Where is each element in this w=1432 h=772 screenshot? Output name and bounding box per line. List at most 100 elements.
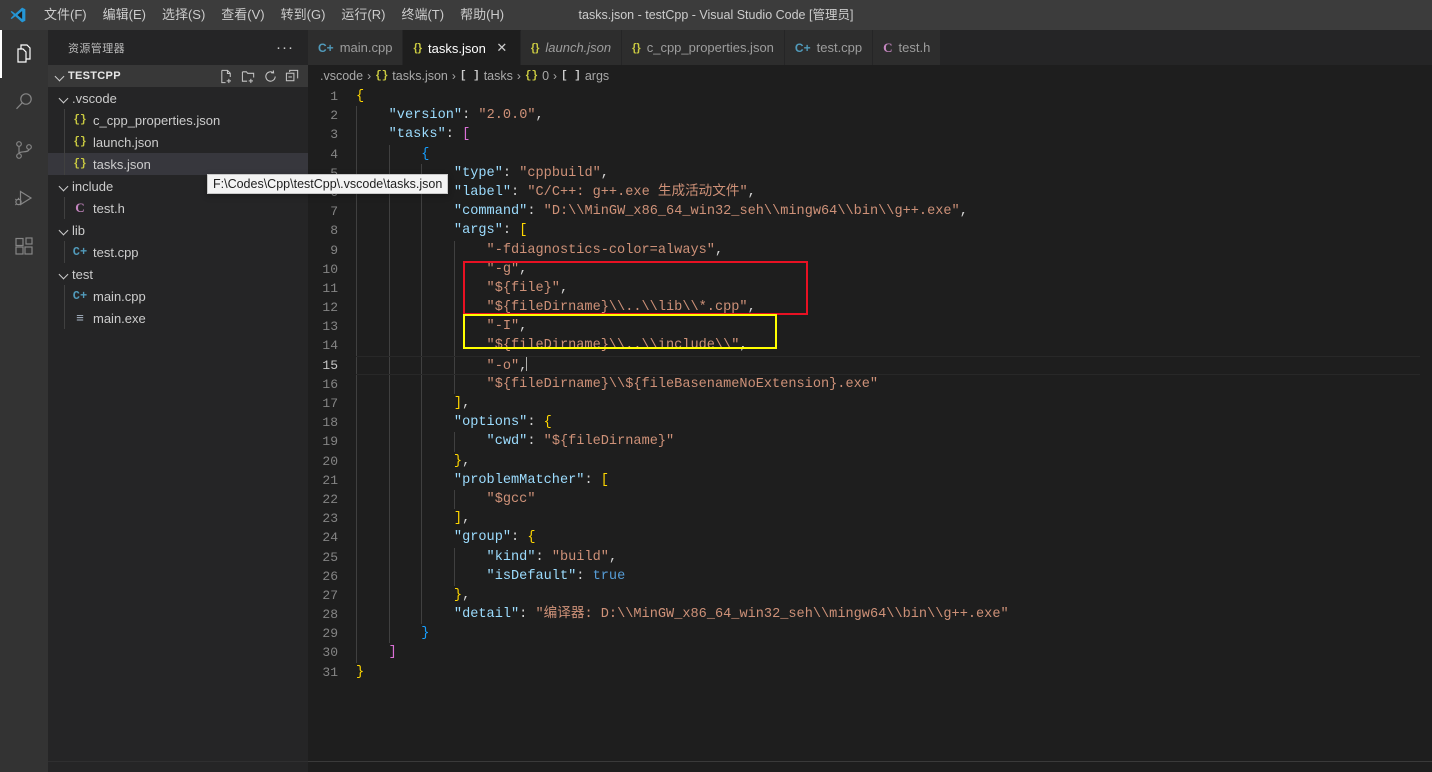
breadcrumb-segment[interactable]: .vscode [320,69,363,83]
line-content: { [356,87,1432,106]
code-line[interactable]: 24 "group": { [308,528,1432,547]
menu-file[interactable]: 文件(F) [36,0,95,30]
code-line[interactable]: 1{ [308,87,1432,106]
collapse-all-icon[interactable] [282,66,302,86]
search-icon[interactable] [0,78,48,126]
tree-file-row[interactable]: Ctest.h [48,197,308,219]
line-content: "-fdiagnostics-color=always", [356,241,1432,260]
line-number: 24 [308,528,356,547]
editor-tab[interactable]: C+main.cpp [308,30,403,65]
line-number: 9 [308,241,356,260]
code-line[interactable]: 19 "cwd": "${fileDirname}" [308,432,1432,451]
code-editor[interactable]: 1{2 "version": "2.0.0",3 "tasks": [4 {5 … [308,87,1432,772]
code-line[interactable]: 30 ] [308,643,1432,662]
code-line[interactable]: 28 "detail": "编译器: D:\\MinGW_x86_64_win3… [308,605,1432,624]
tree-file-row[interactable]: {}tasks.json [48,153,308,175]
menu-view[interactable]: 查看(V) [213,0,272,30]
tree-folder-row[interactable]: .vscode [48,87,308,109]
code-line[interactable]: 4 { [308,145,1432,164]
run-and-debug-icon[interactable] [0,174,48,222]
code-line[interactable]: 27 }, [308,586,1432,605]
breadcrumb-segment[interactable]: [ ]args [561,69,609,83]
code-line[interactable]: 7 "command": "D:\\MinGW_x86_64_win32_seh… [308,202,1432,221]
line-content: "group": { [356,528,1432,547]
menu-terminal[interactable]: 终端(T) [393,0,452,30]
code-line[interactable]: 31} [308,663,1432,682]
tree-file-row[interactable]: {}c_cpp_properties.json [48,109,308,131]
code-line[interactable]: 29 } [308,624,1432,643]
editor-tab[interactable]: C+test.cpp [785,30,873,65]
binary-file-icon: ≡ [72,310,88,326]
breadcrumb-separator: › [517,69,521,83]
code-line[interactable]: 5 "type": "cppbuild", [308,164,1432,183]
breadcrumb-segment[interactable]: {}0 [525,69,549,83]
explorer-icon[interactable] [0,30,48,78]
refresh-icon[interactable] [260,66,280,86]
folder-section-testcpp[interactable]: TESTCPP [48,65,308,87]
code-line[interactable]: 17 ], [308,394,1432,413]
tree-file-row[interactable]: C+main.cpp [48,285,308,307]
sidebar-divider [48,761,308,762]
tree-file-row[interactable]: C+test.cpp [48,241,308,263]
menu-run[interactable]: 运行(R) [333,0,393,30]
code-line[interactable]: 26 "isDefault": true [308,567,1432,586]
code-line[interactable]: 15 "-o", [308,356,1432,375]
code-line[interactable]: 21 "problemMatcher": [ [308,471,1432,490]
extensions-icon[interactable] [0,222,48,270]
code-line[interactable]: 3 "tasks": [ [308,125,1432,144]
line-number: 2 [308,106,356,125]
editor-tab-label: c_cpp_properties.json [647,40,774,55]
code-line[interactable]: 8 "args": [ [308,221,1432,240]
code-line[interactable]: 11 "${file}", [308,279,1432,298]
code-line[interactable]: 13 "-I", [308,317,1432,336]
code-line[interactable]: 2 "version": "2.0.0", [308,106,1432,125]
menu-edit[interactable]: 编辑(E) [95,0,154,30]
tree-folder-row[interactable]: test [48,263,308,285]
code-line[interactable]: 25 "kind": "build", [308,548,1432,567]
editor-tab[interactable]: {}launch.json [521,30,622,65]
code-line[interactable]: 20 }, [308,452,1432,471]
line-content: "command": "D:\\MinGW_x86_64_win32_seh\\… [356,202,1432,221]
code-line[interactable]: 14 "${fileDirname}\\..\\include\\", [308,336,1432,355]
line-content: "options": { [356,413,1432,432]
editor-tab[interactable]: Ctest.h [873,30,941,65]
code-line[interactable]: 18 "options": { [308,413,1432,432]
new-folder-icon[interactable] [238,66,258,86]
menu-selection[interactable]: 选择(S) [154,0,213,30]
new-file-icon[interactable] [216,66,236,86]
tree-file-row[interactable]: {}launch.json [48,131,308,153]
breadcrumb-separator: › [553,69,557,83]
editor-tab[interactable]: {}c_cpp_properties.json [622,30,785,65]
tree-folder-row[interactable]: lib [48,219,308,241]
menu-help[interactable]: 帮助(H) [452,0,512,30]
source-control-icon[interactable] [0,126,48,174]
line-number: 27 [308,586,356,605]
editor-tab[interactable]: {}tasks.json✕ [403,30,520,65]
line-content: ], [356,394,1432,413]
code-line[interactable]: 12 "${fileDirname}\\..\\lib\\*.cpp", [308,298,1432,317]
line-content: "isDefault": true [356,567,1432,586]
chevron-down-icon [52,68,68,84]
code-line[interactable]: 10 "-g", [308,260,1432,279]
sidebar-more-actions-button[interactable]: ··· [272,39,298,56]
code-line[interactable]: 6 "label": "C/C++: g++.exe 生成活动文件", [308,183,1432,202]
menu-go[interactable]: 转到(G) [273,0,334,30]
file-path-tooltip: F:\Codes\Cpp\testCpp\.vscode\tasks.json [207,174,448,194]
code-line[interactable]: 23 ], [308,509,1432,528]
line-content: { [356,145,1432,164]
line-number: 11 [308,279,356,298]
line-number: 15 [308,356,356,375]
code-line[interactable]: 16 "${fileDirname}\\${fileBasenameNoExte… [308,375,1432,394]
json-file-icon: {} [72,112,88,128]
breadcrumb-segment[interactable]: [ ]tasks [460,69,513,83]
breadcrumb: .vscode›{}tasks.json›[ ]tasks›{}0›[ ]arg… [308,65,1432,87]
line-content: }, [356,452,1432,471]
breadcrumb-segment[interactable]: {}tasks.json [375,69,448,83]
line-number: 29 [308,624,356,643]
line-number: 17 [308,394,356,413]
line-number: 22 [308,490,356,509]
tree-file-row[interactable]: ≡main.exe [48,307,308,329]
code-line[interactable]: 22 "$gcc" [308,490,1432,509]
code-line[interactable]: 9 "-fdiagnostics-color=always", [308,241,1432,260]
tab-close-icon[interactable]: ✕ [494,40,510,56]
